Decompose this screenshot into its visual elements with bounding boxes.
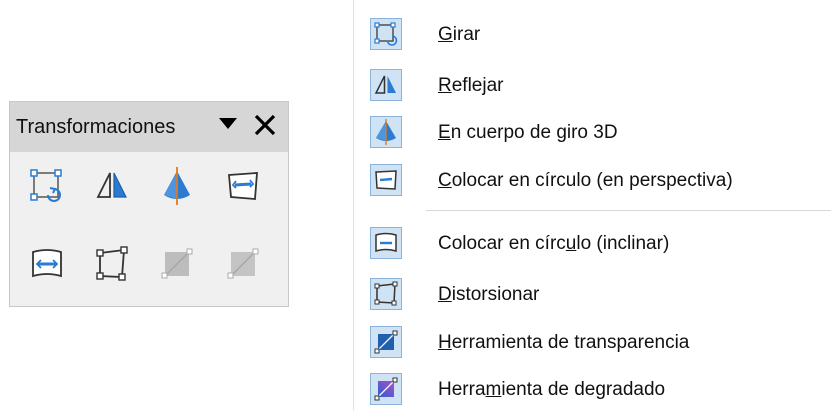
rotate-icon — [30, 169, 62, 202]
toolbar-menu-dropdown-icon[interactable] — [219, 118, 237, 129]
rotate-icon — [370, 18, 402, 50]
menu-item-circle-slant[interactable]: Colocar en círculo (inclinar) — [354, 224, 832, 262]
distort-icon — [96, 246, 128, 281]
circle-perspective-icon — [370, 164, 402, 196]
menu-item-flip[interactable]: Reflejar — [354, 66, 832, 104]
flip-icon — [96, 172, 127, 198]
circle-slant-icon — [370, 227, 402, 259]
menu-separator — [426, 210, 831, 211]
menu-item-label: Colocar en círculo (inclinar) — [438, 233, 670, 254]
menu-item-circle-perspective[interactable]: Colocar en círculo (en perspectiva) — [354, 161, 832, 199]
menu-item-transparency-tool[interactable]: Herramienta de transparencia — [354, 323, 832, 361]
circle-perspective-button[interactable] — [221, 164, 265, 208]
menu-item-label: Distorsionar — [438, 284, 540, 305]
toolbar-title-bar[interactable]: Transformaciones — [10, 102, 288, 152]
menu-item-label: Herramienta de degradado — [438, 379, 666, 400]
circle-perspective-icon — [228, 172, 258, 200]
gradient-tool-button[interactable] — [221, 242, 265, 286]
gradient-tool-icon — [370, 373, 402, 405]
distort-icon — [370, 278, 402, 310]
rotate-button[interactable] — [25, 164, 69, 208]
menu-item-3d-rotation-object[interactable]: En cuerpo de giro 3D — [354, 113, 832, 151]
3d-rotation-object-icon — [164, 167, 190, 205]
flip-icon — [370, 69, 402, 101]
transparency-tool-button[interactable] — [155, 242, 199, 286]
flip-button[interactable] — [90, 164, 134, 208]
menu-item-label: Herramienta de transparencia — [438, 332, 690, 353]
menu-item-label: Colocar en círculo (en perspectiva) — [438, 170, 733, 191]
menu-item-label: Girar — [438, 24, 481, 45]
transparency-tool-icon — [161, 248, 193, 279]
transparency-tool-icon — [370, 326, 402, 358]
circle-slant-icon — [32, 249, 62, 278]
transformations-menu: Girar Reflejar En cuerpo de giro 3D Colo… — [353, 0, 832, 410]
menu-item-distort[interactable]: Distorsionar — [354, 275, 832, 313]
menu-item-label: Reflejar — [438, 75, 504, 96]
menu-item-gradient-tool[interactable]: Herramienta de degradado — [354, 370, 832, 408]
toolbar-title: Transformaciones — [16, 116, 176, 138]
close-icon[interactable] — [252, 112, 278, 138]
gradient-tool-icon — [227, 248, 259, 279]
menu-item-rotate[interactable]: Girar — [354, 15, 832, 53]
menu-item-label: En cuerpo de giro 3D — [438, 122, 618, 143]
3d-rotation-object-icon — [370, 116, 402, 148]
transformations-toolbar: Transformaciones — [9, 101, 289, 307]
circle-slant-button[interactable] — [25, 242, 69, 286]
3d-rotation-object-button[interactable] — [155, 164, 199, 208]
distort-button[interactable] — [90, 242, 134, 286]
